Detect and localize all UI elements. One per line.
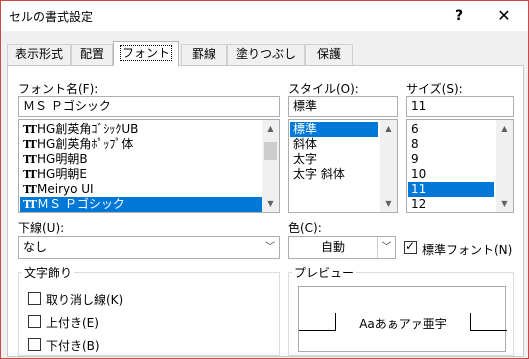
tab-label: 保護 [316, 47, 341, 61]
list-item[interactable]: TT HG創英角ｺﾞｼｯｸUB [20, 122, 262, 137]
underline-select[interactable]: なし ﹀ [18, 236, 280, 259]
font-item-label: HG明朝B [37, 152, 88, 166]
font-item-label: HG創英角ﾎﾟｯﾌﾟ体 [37, 137, 134, 151]
strikethrough-checkbox[interactable] [28, 292, 41, 305]
subscript-label: 下付き(B) [46, 339, 100, 353]
list-item[interactable]: 8 [408, 137, 494, 152]
font-list-scrollbar[interactable]: ▲ ▼ [262, 120, 279, 212]
truetype-icon: TT [23, 183, 37, 196]
font-size-input[interactable]: 11 [406, 96, 514, 117]
tab-label: 塗りつぶし [235, 47, 297, 61]
font-size-list[interactable]: 6 8 9 10 11 12 ▲ ▼ [406, 119, 514, 213]
effects-title: 文字飾り [22, 264, 75, 281]
scroll-down-icon[interactable]: ▼ [262, 195, 279, 212]
list-item[interactable]: 太字 [290, 152, 378, 167]
chevron-down-icon[interactable]: ﹀ [377, 237, 395, 258]
truetype-icon: TT [23, 153, 37, 166]
font-style-input[interactable]: 標準 [288, 96, 398, 117]
list-item-selected[interactable]: TT ＭＳ Ｐゴシック [20, 197, 262, 212]
truetype-icon: TT [23, 168, 37, 181]
color-select[interactable]: 自動 ﹀ [288, 236, 396, 259]
color-value: 自動 [320, 240, 345, 254]
font-item-label: ＭＳ Ｐゴシック [37, 197, 125, 211]
tab-alignment[interactable]: 配置 [71, 44, 113, 65]
preview-title: プレビュー [292, 264, 357, 281]
list-item[interactable]: 斜体 [290, 137, 378, 152]
font-name-label: フォント名(F): [18, 82, 99, 96]
tab-font[interactable]: フォント [113, 41, 179, 66]
tab-border[interactable]: 罫線 [181, 44, 227, 65]
subscript-checkbox[interactable] [28, 338, 41, 351]
font-name-list[interactable]: TT HG創英角ｺﾞｼｯｸUB TT HG創英角ﾎﾟｯﾌﾟ体 TT HG明朝B TT H… [18, 119, 280, 213]
font-tab-panel: フォント名(F): ＭＳ Ｐゴシック TT HG創英角ｺﾞｼｯｸUB TT HG創英… [7, 65, 524, 357]
scroll-thumb[interactable] [264, 142, 277, 160]
underline-label: 下線(U): [18, 221, 65, 235]
tab-label: 罫線 [191, 47, 216, 61]
font-item-label: HG明朝E [37, 167, 87, 181]
list-item[interactable]: 9 [408, 152, 494, 167]
truetype-icon: TT [23, 198, 37, 211]
font-name-input[interactable]: ＭＳ Ｐゴシック [18, 96, 280, 117]
chevron-down-icon[interactable]: ﹀ [261, 237, 279, 258]
color-label: 色(C): [288, 221, 322, 235]
list-item[interactable]: TT HG明朝E [20, 167, 262, 182]
superscript-label: 上付き(E) [46, 316, 99, 330]
list-item[interactable]: 12 [408, 197, 494, 212]
title-bar: セルの書式設定 ? ✕ [1, 1, 528, 31]
list-item[interactable]: TT HG創英角ﾎﾟｯﾌﾟ体 [20, 137, 262, 152]
size-list-scrollbar[interactable]: ▲ ▼ [496, 120, 513, 212]
tab-number-format[interactable]: 表示形式 [7, 44, 71, 65]
scroll-down-icon[interactable]: ▼ [496, 195, 513, 212]
tab-fill[interactable]: 塗りつぶし [227, 44, 305, 65]
dialog-title: セルの書式設定 [9, 10, 94, 24]
help-button[interactable]: ? [444, 4, 474, 28]
tab-protection[interactable]: 保護 [305, 44, 353, 65]
normal-font-checkbox[interactable] [404, 239, 417, 254]
truetype-icon: TT [23, 123, 37, 136]
strikethrough-label: 取り消し線(K) [46, 293, 124, 307]
font-item-label: HG創英角ｺﾞｼｯｸUB [37, 122, 139, 136]
preview-sample-text: Aaあぁアァ亜宇 [359, 317, 447, 331]
superscript-checkbox[interactable] [28, 315, 41, 328]
list-item[interactable]: 6 [408, 122, 494, 137]
tab-label: フォント [119, 45, 173, 61]
underline-value: なし [23, 240, 48, 254]
list-item[interactable]: TT HG明朝B [20, 152, 262, 167]
format-cells-dialog: セルの書式設定 ? ✕ 表示形式 配置 フォント 罫線 塗りつぶし 保護 フォン… [0, 0, 529, 359]
scroll-up-icon[interactable]: ▲ [262, 120, 279, 137]
scroll-up-icon[interactable]: ▲ [496, 120, 513, 137]
style-list-scrollbar[interactable]: ▲ ▼ [380, 120, 397, 212]
font-style-list[interactable]: 標準 斜体 太字 太字 斜体 ▲ ▼ [288, 119, 398, 213]
scroll-up-icon[interactable]: ▲ [380, 120, 397, 137]
list-item[interactable]: 10 [408, 167, 494, 182]
font-size-label: サイズ(S): [406, 82, 463, 96]
tab-label: 配置 [79, 47, 104, 61]
tab-label: 表示形式 [14, 47, 63, 61]
list-item-selected[interactable]: 11 [408, 182, 494, 197]
font-item-label: Meiryo UI [37, 182, 94, 196]
list-item[interactable]: TT Meiryo UI [20, 182, 262, 197]
list-item[interactable]: 太字 斜体 [290, 167, 378, 182]
font-style-label: スタイル(O): [288, 82, 359, 96]
list-item-selected[interactable]: 標準 [290, 122, 378, 137]
truetype-icon: TT [23, 138, 37, 151]
scroll-down-icon[interactable]: ▼ [380, 195, 397, 212]
normal-font-label: 標準フォント(N) [422, 243, 513, 257]
preview-box: Aaあぁアァ亜宇 [298, 286, 507, 352]
close-button[interactable]: ✕ [489, 4, 519, 28]
